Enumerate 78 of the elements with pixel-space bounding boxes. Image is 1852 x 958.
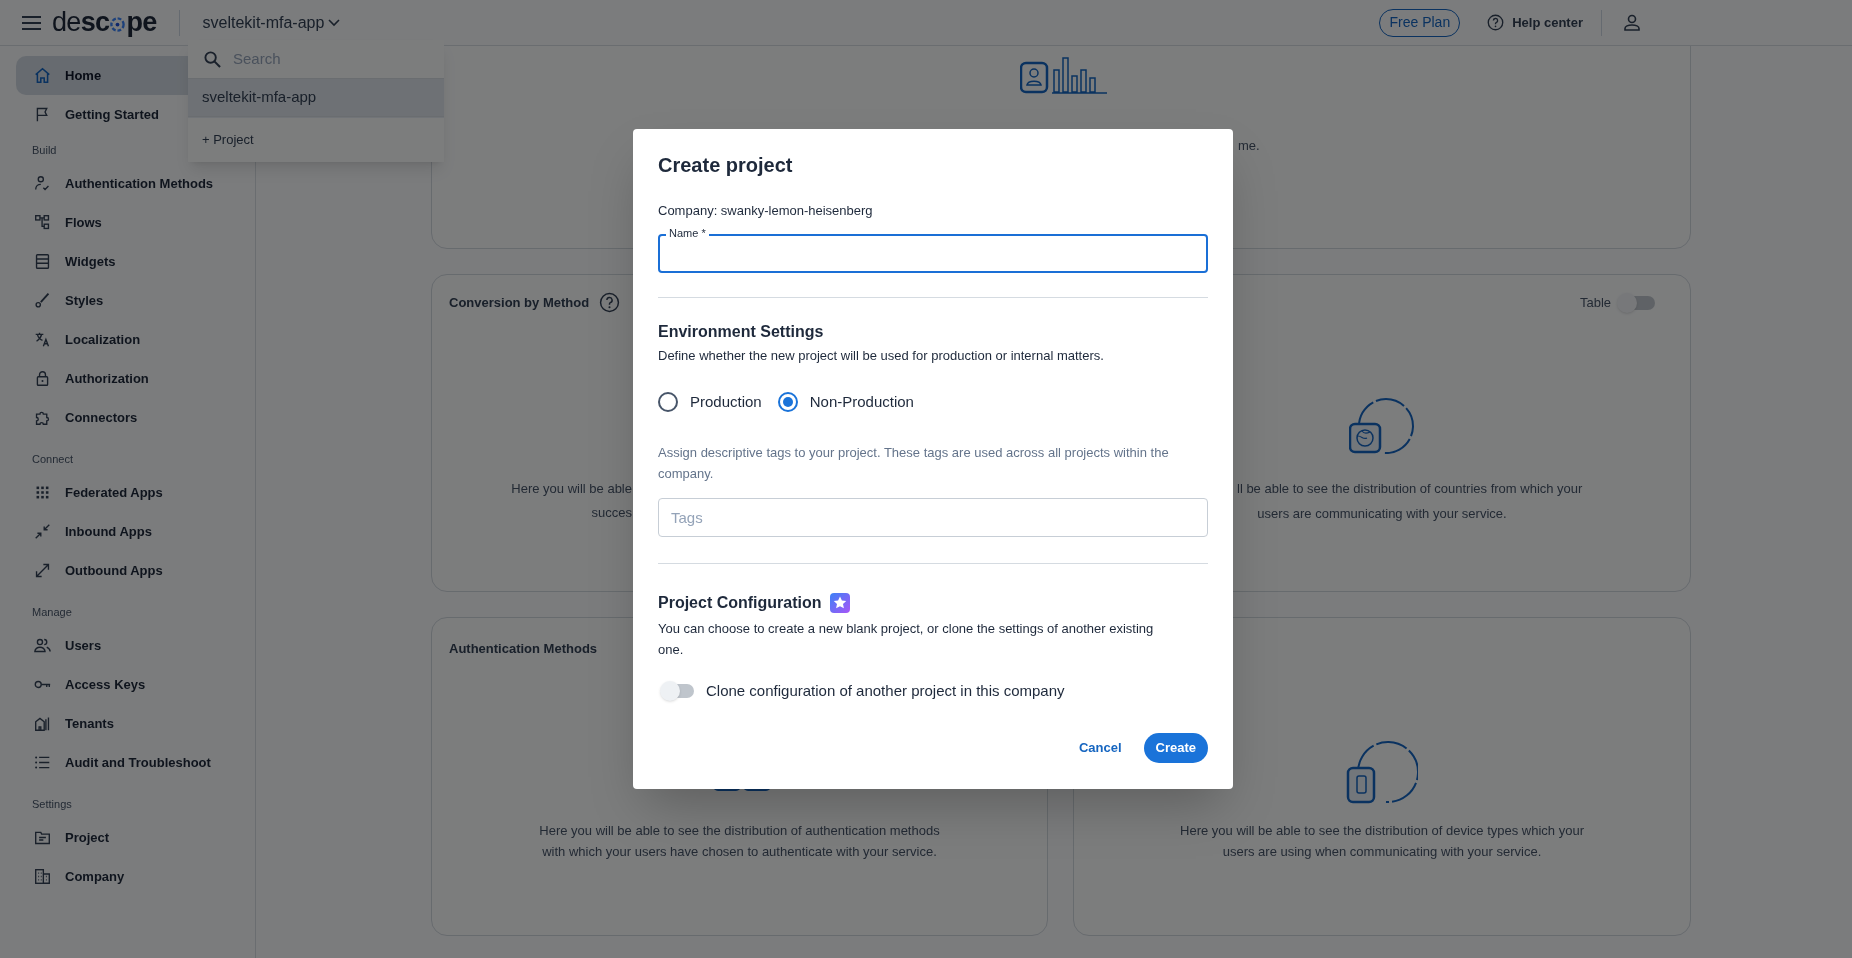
card-title: Authentication Methods [449,640,598,658]
lock-icon [34,370,51,387]
building-icon [34,868,51,885]
card-description: users are communicating with your service. [1257,504,1507,523]
sidebar-item[interactable]: Authentication Methods [16,164,239,203]
arrows-in-icon [34,523,51,540]
sidebar-item[interactable]: Audit and Troubleshoot [16,743,239,782]
field-label: Name * [666,226,709,239]
radio-option[interactable]: Non-Production [777,391,914,414]
radio-button[interactable] [658,392,678,413]
menu-icon[interactable] [22,15,41,30]
chevron-down-icon [328,18,341,27]
puzzle-icon [34,409,51,426]
buildings-icon [34,715,51,732]
section-title: Environment Settings [658,321,825,342]
sidebar-item[interactable]: Connectors [16,398,239,437]
create-button[interactable]: Create [1143,733,1208,763]
section-label: Connect [32,452,73,467]
user-icon[interactable] [1624,14,1640,31]
list-box-icon [34,253,51,270]
dialog-title: Create project [658,153,794,178]
card-description: succes [591,503,632,522]
cancel-button[interactable]: Cancel [1074,738,1126,758]
section-description: Define whether the new project will be used for production or internal matters. [658,346,1105,365]
sidebar-item[interactable]: Outbound Apps [16,551,239,590]
sidebar-item[interactable]: Users [16,626,239,665]
sidebar-item[interactable]: Access Keys [16,665,239,704]
arrows-out-icon [34,562,51,579]
company-label: Company: swanky-lemon-heisenberg [658,202,874,220]
add-project-link[interactable]: + Project [202,130,254,150]
tags-help-text: Assign descriptive tags to your project. These tags are used across all projects within the company. [658,443,1170,483]
section-description: You can choose to create a new blank project, or clone the settings of another existing one. [658,619,1155,659]
chart-illustration-icon [1020,56,1108,94]
project-selector[interactable]: sveltekit-mfa-app [202,10,341,35]
radio-option[interactable]: Production [658,391,762,414]
search-icon [204,50,221,68]
brush-icon [34,292,51,309]
help-icon[interactable] [599,292,621,313]
project-menu-item[interactable]: sveltekit-mfa-app [188,79,444,117]
sidebar-item[interactable]: Tenants [16,704,239,743]
card-description: me. [1238,137,1260,155]
card-description: Here you will be able to see the distribution of device types which your users are using when communicating with your service. [1179,822,1585,861]
clone-toggle[interactable] [662,683,694,698]
sidebar-item[interactable]: Localization [16,320,239,359]
card-description: Here you will be able to see the distribution of authentication methods with which your users have chosen to authenticate with your service. [538,822,941,861]
card-title: Conversion by Method [449,293,590,312]
card-description: ll be able to see the distribution of countries from which your [1237,480,1583,498]
section-title: Project Configuration [658,592,822,613]
sidebar-item[interactable]: Federated Apps [16,473,239,512]
card-description: Here you will be able [511,480,632,498]
flag-icon [34,106,51,123]
star-badge-icon [829,592,850,613]
help-icon [1487,14,1505,31]
sidebar-item[interactable]: Inbound Apps [16,512,239,551]
flow-icon [34,214,51,231]
sidebar-item[interactable]: Authorization [16,359,239,398]
section-label: Build [32,143,57,158]
sidebar-item[interactable]: Widgets [16,242,239,281]
radio-button[interactable] [777,392,798,413]
person-check-icon [34,175,51,192]
section-label: Manage [32,605,72,620]
help-center-button[interactable]: Help center [1487,12,1583,33]
descope-logo: desc pe [52,9,157,36]
toggle-label: Clone configuration of another project in this company [706,680,1065,701]
toggle-label: Table [1579,294,1611,312]
table-toggle[interactable] [1619,295,1655,310]
home-icon [34,67,51,84]
sidebar-item[interactable]: Project [16,818,239,857]
sidebar-item[interactable]: Company [16,857,239,896]
section-label: Settings [32,797,72,812]
list-icon [34,754,51,771]
grid-icon [34,484,51,501]
users-icon [34,637,51,654]
tags-field[interactable]: Tags [658,497,1208,537]
folder-icon [34,829,51,846]
sidebar-item[interactable]: Styles [16,281,239,320]
sidebar-item[interactable]: Flows [16,203,239,242]
translate-icon [34,331,51,348]
